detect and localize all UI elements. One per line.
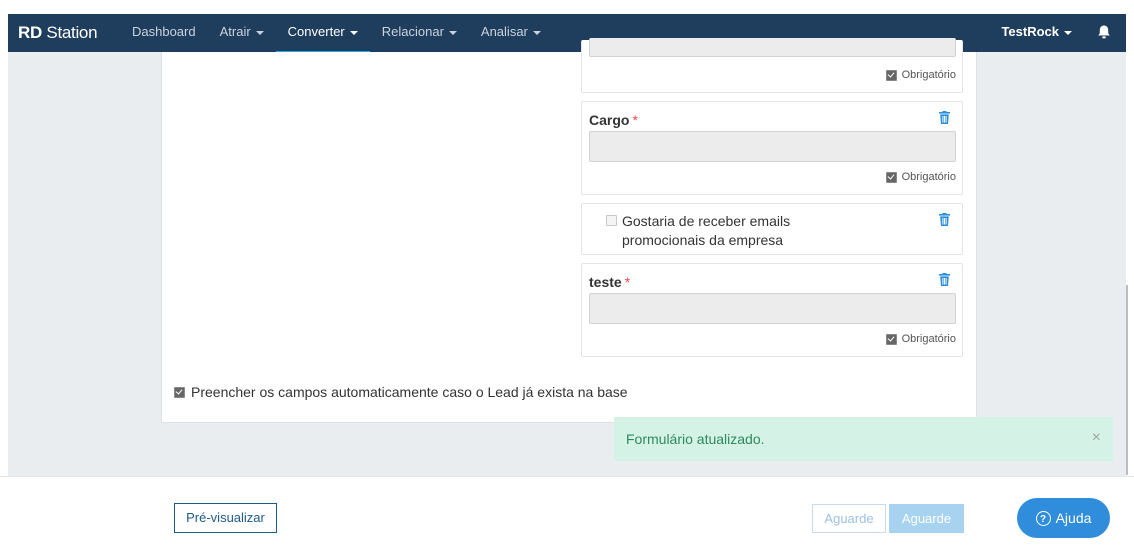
- trash-icon[interactable]: [939, 213, 950, 226]
- required-mark: *: [624, 274, 631, 290]
- nav-label: Dashboard: [132, 24, 196, 39]
- cargo-input[interactable]: [589, 131, 956, 162]
- checkbox-checked-icon: [885, 333, 897, 345]
- required-checkbox[interactable]: Obrigatório: [885, 69, 956, 81]
- top-strip: [0, 0, 1134, 14]
- wait-button-secondary[interactable]: Aguarde: [812, 504, 886, 533]
- nav-dashboard[interactable]: Dashboard: [120, 14, 208, 52]
- nav-analisar[interactable]: Analisar: [469, 14, 553, 52]
- brand-logo[interactable]: RD Station: [18, 23, 98, 43]
- field-card-optin: Gostaria de receber emails promocionais …: [581, 203, 963, 255]
- optin-label: Gostaria de receber emails promocionais …: [622, 213, 791, 248]
- optin-checkbox[interactable]: [606, 215, 617, 226]
- scrollbar-track[interactable]: [1126, 285, 1128, 475]
- autofill-option[interactable]: Preencher os campos automaticamente caso…: [174, 384, 628, 400]
- success-toast: Formulário atualizado. ×: [614, 417, 1113, 461]
- preview-button[interactable]: Pré-visualizar: [174, 503, 277, 533]
- main-nav: Dashboard Atrair Converter Relacionar An…: [120, 14, 553, 55]
- nav-label: Atrair: [219, 24, 251, 39]
- trash-icon[interactable]: [939, 111, 950, 124]
- nav-label: Relacionar: [381, 24, 444, 39]
- required-label: Obrigatório: [901, 333, 956, 345]
- close-icon[interactable]: ×: [1092, 429, 1101, 447]
- field-label: Cargo *: [589, 112, 638, 128]
- checkbox-checked-icon: [885, 171, 897, 183]
- user-name: TestRock: [1001, 24, 1059, 39]
- bell-icon[interactable]: [1096, 24, 1112, 40]
- caret-down-icon: [448, 30, 457, 35]
- field-card-teste: teste * Obrigatório: [581, 263, 963, 357]
- field-card-cargo: Cargo * Obrigatório: [581, 101, 963, 195]
- autofill-label: Preencher os campos automaticamente caso…: [191, 384, 628, 400]
- nav-converter[interactable]: Converter: [275, 14, 370, 55]
- help-label: Ajuda: [1055, 510, 1092, 526]
- caret-down-icon: [532, 30, 541, 35]
- teste-input[interactable]: [589, 293, 956, 324]
- required-label: Obrigatório: [901, 69, 956, 81]
- brand-rest: Station: [46, 23, 98, 42]
- wait-button-primary[interactable]: Aguarde: [889, 504, 964, 533]
- nav-atrair[interactable]: Atrair: [208, 14, 276, 52]
- brand-bold: RD: [18, 23, 42, 42]
- caret-down-icon: [1064, 30, 1072, 35]
- checkbox-checked-icon: [885, 69, 897, 81]
- caret-down-icon: [349, 30, 358, 35]
- required-label: Obrigatório: [901, 171, 956, 183]
- user-menu[interactable]: TestRock: [1001, 14, 1072, 52]
- nav-label: Analisar: [480, 24, 528, 39]
- required-mark: *: [632, 112, 638, 128]
- caret-down-icon: [255, 30, 264, 35]
- toast-message: Formulário atualizado.: [626, 431, 765, 447]
- required-checkbox[interactable]: Obrigatório: [885, 171, 956, 183]
- field-label: teste *: [589, 274, 631, 290]
- autofill-checkbox[interactable]: [174, 386, 185, 398]
- field-input[interactable]: [589, 38, 956, 57]
- nav-relacionar[interactable]: Relacionar: [370, 14, 469, 52]
- field-card-top: Obrigatório: [581, 38, 963, 93]
- nav-label: Converter: [287, 24, 345, 39]
- help-button[interactable]: ? Ajuda: [1017, 498, 1110, 538]
- help-icon: ?: [1035, 510, 1051, 526]
- trash-icon[interactable]: [939, 273, 950, 286]
- required-checkbox[interactable]: Obrigatório: [885, 333, 956, 345]
